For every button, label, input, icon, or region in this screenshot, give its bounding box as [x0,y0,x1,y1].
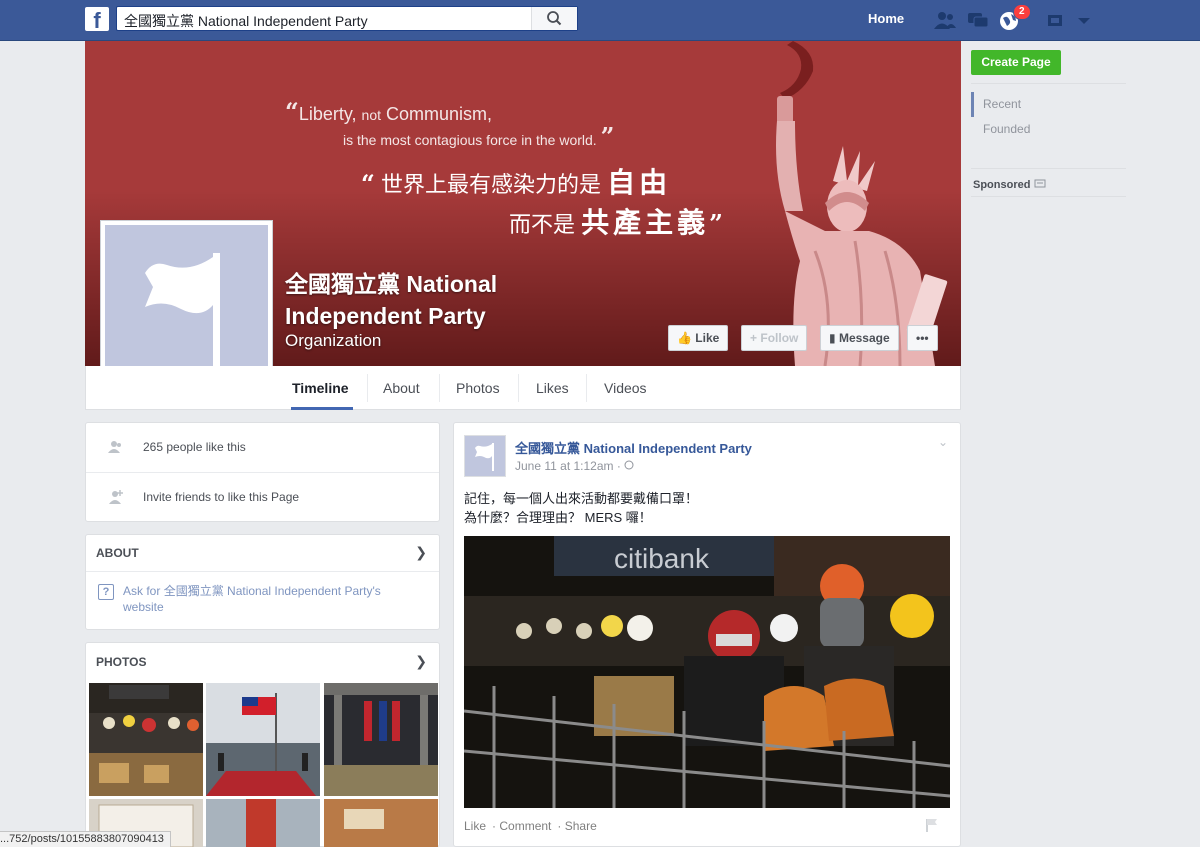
post-share-link[interactable]: Share [565,819,597,833]
flag-icon [475,443,494,471]
top-navigation-bar: f 全國獨立黨 National Independent Party Home … [0,0,1200,41]
timeline-post: 全國獨立黨 National Independent Party June 11… [453,422,961,847]
citibank-sign: citibank [614,543,710,574]
card-divider [86,472,439,473]
about-section-heading[interactable]: ABOUT [96,546,139,560]
right-rail-divider [971,196,1126,197]
default-page-flag-avatar [105,225,268,388]
photo-thumbnail[interactable] [89,683,203,796]
photo-thumbnail[interactable] [324,683,438,796]
post-timestamp[interactable]: June 11 at 1:12am · [515,459,634,473]
people-icon [108,441,121,453]
card-divider [86,571,439,572]
page-category: Organization [285,331,382,350]
messages-icon[interactable] [966,9,990,31]
tab-likes[interactable]: Likes [536,380,569,396]
message-button[interactable]: ▮ Message [820,325,899,351]
post-body-text: 記住，每一個人出來活動都要戴備口罩！ 為什麼？合理理由？ MERS 囉！ [464,491,699,525]
post-comment-link[interactable]: Comment [499,819,551,833]
more-options-button[interactable]: ••• [907,325,938,351]
chevron-right-icon[interactable]: ❯ [415,653,427,670]
create-ad-icon[interactable] [1034,178,1046,188]
chevron-right-icon[interactable]: ❯ [415,544,427,561]
cover-quote-chinese-line1: “ 世界上最有感染力的是 自由 [361,167,672,198]
message-button-label: Message [838,331,890,345]
follow-button[interactable]: + Follow [741,325,808,351]
plus-icon: + [750,331,758,345]
message-bubble-icon: ▮ [829,331,836,345]
statue-of-liberty-illustration [776,41,948,366]
facebook-logo-icon[interactable]: f [85,7,109,31]
page-tabs: Timeline About Photos Likes Videos [85,366,961,410]
flag-ceremony-photo-thumbnail [206,683,320,796]
post-photo[interactable]: citibank [464,536,950,808]
about-card: ABOUT ❯ ? Ask for 全國獨立黨 National Indepen… [85,534,440,630]
tab-videos[interactable]: Videos [604,380,647,396]
photos-section-heading[interactable]: PHOTOS [96,655,146,669]
search-icon [547,11,562,26]
tab-timeline[interactable]: Timeline [292,380,349,396]
browser-status-url: ...752/posts/10155883807090413 [0,831,171,847]
search-input[interactable]: 全國獨立黨 National Independent Party [116,6,578,31]
sponsored-heading: Sponsored [973,178,1046,191]
cover-quote-english-line2: is the most contagious force in the worl… [343,122,615,151]
like-page-button[interactable]: 👍 Like [668,325,729,351]
shop-photo-thumbnail [324,799,438,847]
question-mark-icon: ? [98,584,114,600]
page-likes-card: 265 people like this Invite friends to l… [85,422,440,522]
likes-count-text[interactable]: 265 people like this [143,440,246,454]
protesters-photo: citibank [464,536,950,808]
follow-button-label: Follow [760,331,799,345]
tab-divider [367,374,368,402]
public-audience-icon [624,460,634,470]
tab-photos[interactable]: Photos [456,380,500,396]
tab-divider [586,374,587,402]
cover-quote-chinese-line2: 而不是 共產主義” [509,207,723,238]
invite-friends-icon [109,490,123,504]
flag-icon [145,253,220,371]
street-photo-thumbnail [206,799,320,847]
invite-friends-link[interactable]: Invite friends to like this Page [143,490,299,504]
tab-active-indicator [291,407,353,410]
rail-nav-founded[interactable]: Founded [983,122,1030,136]
page-name-title: 全國獨立黨 National Independent Party [285,271,498,329]
hall-photo-thumbnail [324,683,438,796]
create-page-button[interactable]: Create Page [971,50,1061,75]
right-rail-divider [971,83,1126,84]
tab-about[interactable]: About [383,380,420,396]
friends-icon[interactable] [933,9,957,31]
rail-nav-recent[interactable]: Recent [983,97,1021,111]
protest-photo-thumbnail [89,683,203,796]
report-flag-icon[interactable] [926,818,938,832]
tab-divider [439,374,440,402]
tab-divider [518,374,519,402]
photo-thumbnail[interactable] [206,799,320,847]
photo-thumbnail[interactable] [206,683,320,796]
post-author-avatar[interactable] [464,435,506,477]
post-like-link[interactable]: Like [464,819,486,833]
like-page-button-label: Like [695,331,720,345]
search-button[interactable] [531,7,577,30]
home-link[interactable]: Home [868,11,904,26]
thumbs-up-icon: 👍 [677,331,692,345]
ask-for-website-link[interactable]: Ask for 全國獨立黨 National Independent Party… [123,583,413,615]
search-input-value[interactable]: 全國獨立黨 National Independent Party [124,11,368,31]
account-dropdown-icon[interactable] [1072,9,1096,31]
post-action-links: Like · Comment · Share [464,819,597,833]
rail-nav-active-marker [971,92,974,117]
right-rail-divider [971,168,1126,169]
notification-count-badge[interactable]: 2 [1013,4,1031,20]
photo-thumbnail[interactable] [324,799,438,847]
post-options-chevron-icon[interactable]: ⌄ [938,435,948,449]
privacy-shortcuts-icon[interactable] [1044,9,1068,31]
post-author-name[interactable]: 全國獨立黨 National Independent Party [515,438,752,457]
